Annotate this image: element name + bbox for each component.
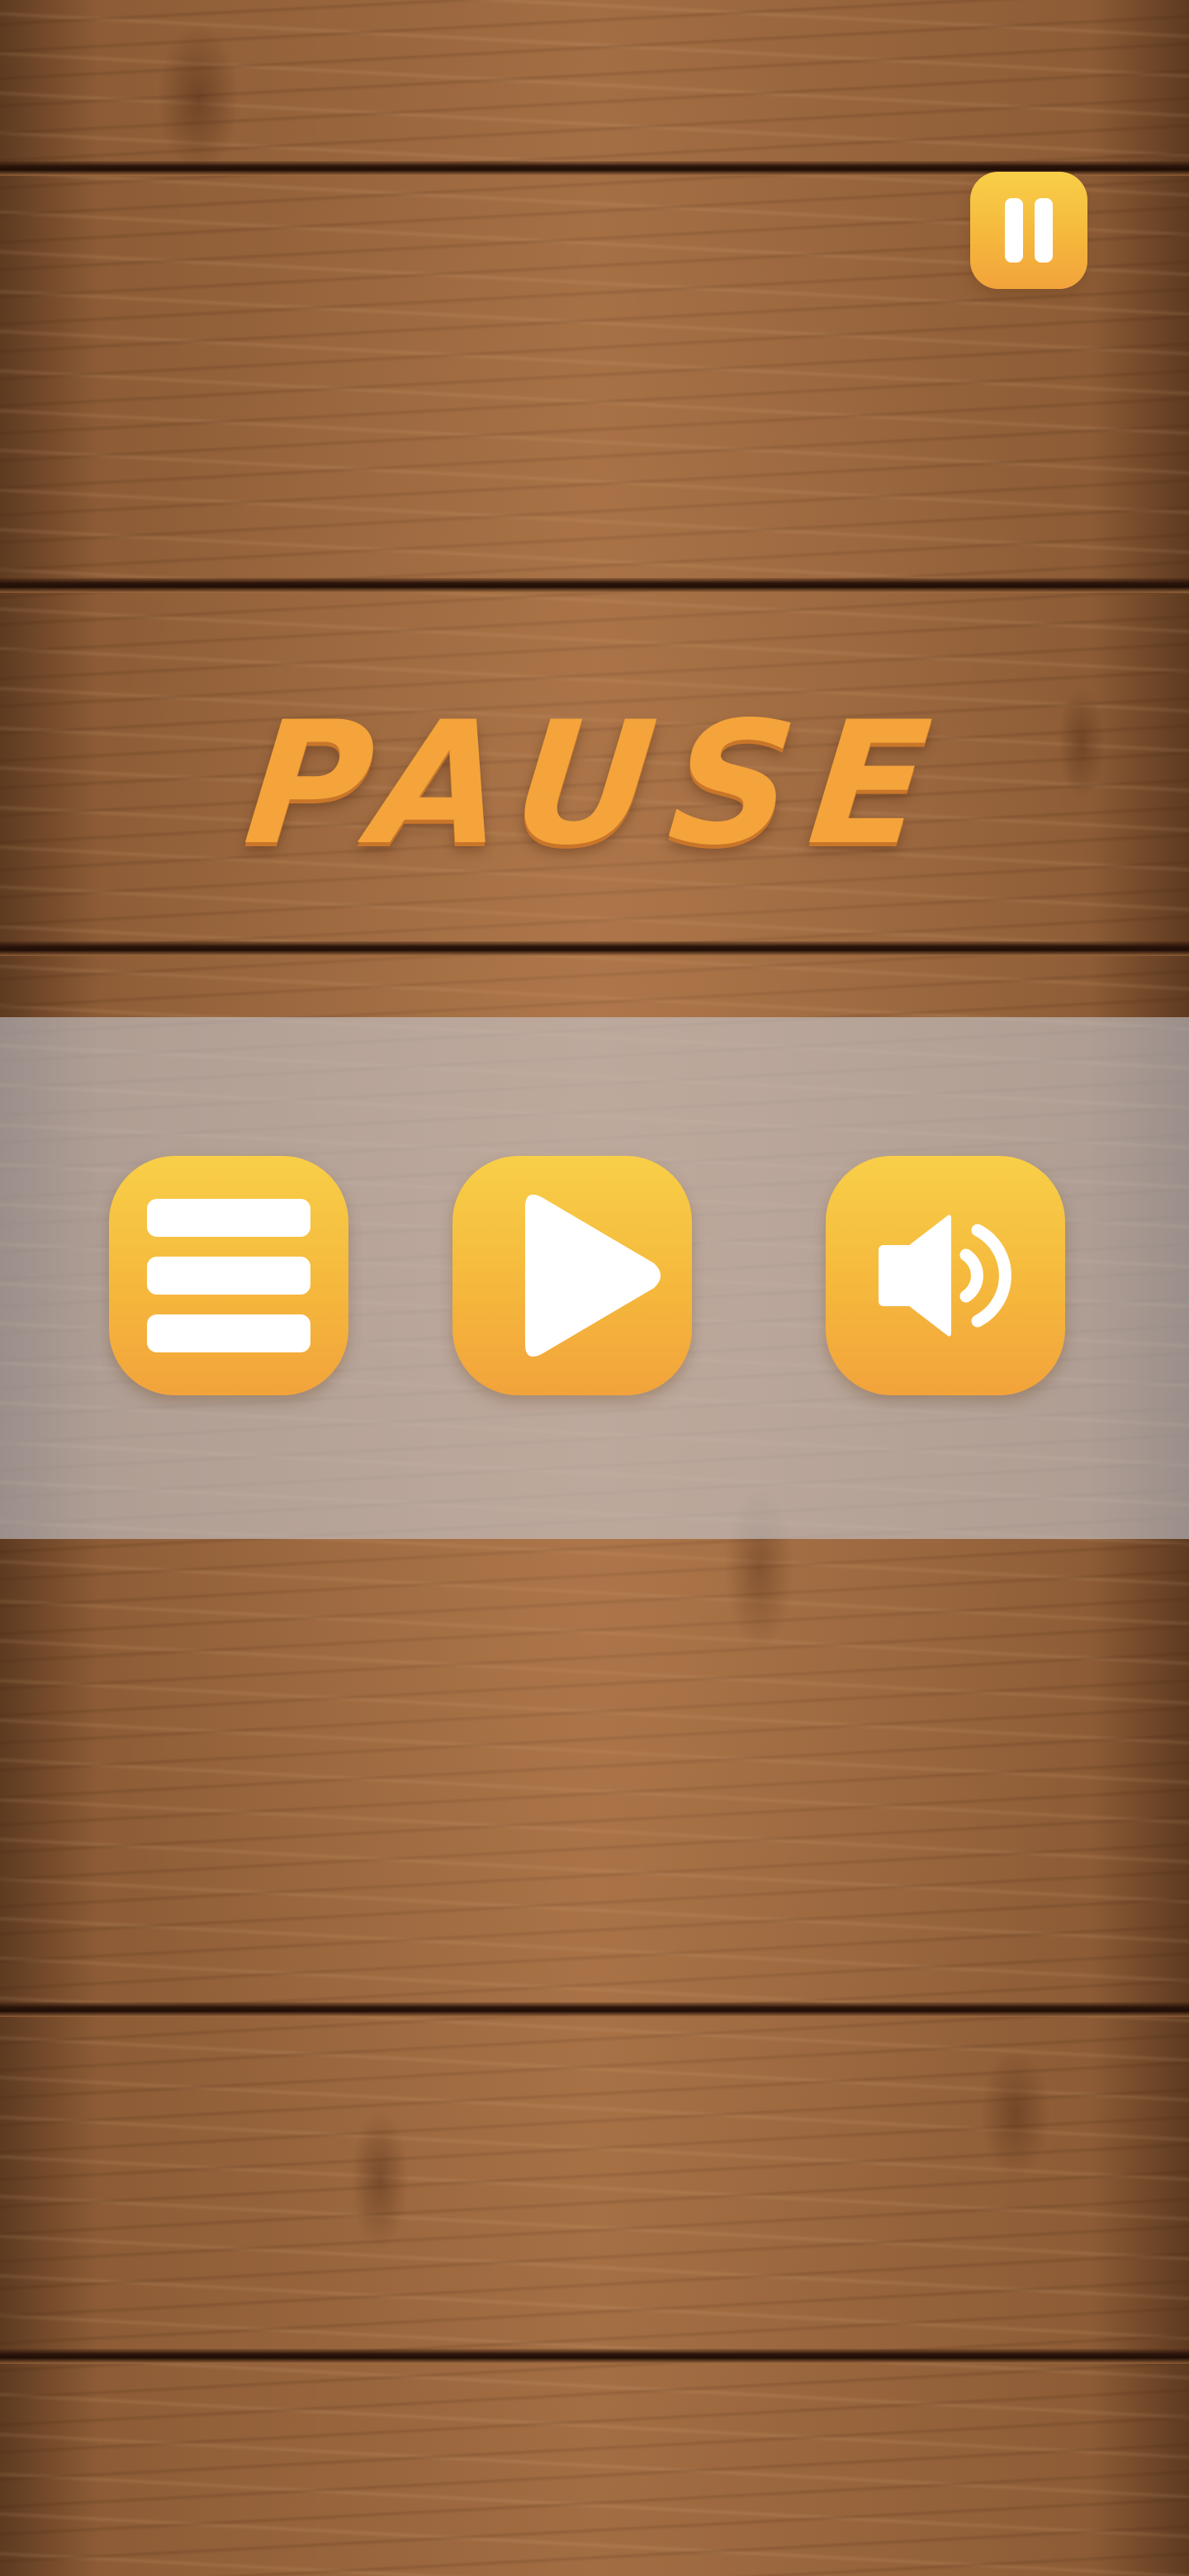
plank-seam — [0, 2349, 1189, 2364]
menu-button[interactable] — [109, 1156, 348, 1395]
pause-title: PAUSE — [237, 686, 956, 883]
menu-icon — [147, 1199, 310, 1352]
play-icon — [525, 1194, 661, 1357]
plank-seam — [0, 578, 1189, 593]
play-button[interactable] — [452, 1156, 692, 1395]
plank-seam — [0, 2002, 1189, 2017]
pause-button[interactable] — [970, 172, 1087, 289]
plank-seam — [0, 941, 1189, 956]
sound-button[interactable] — [826, 1156, 1065, 1395]
pause-icon — [1005, 198, 1053, 263]
speaker-icon — [879, 1215, 1011, 1337]
